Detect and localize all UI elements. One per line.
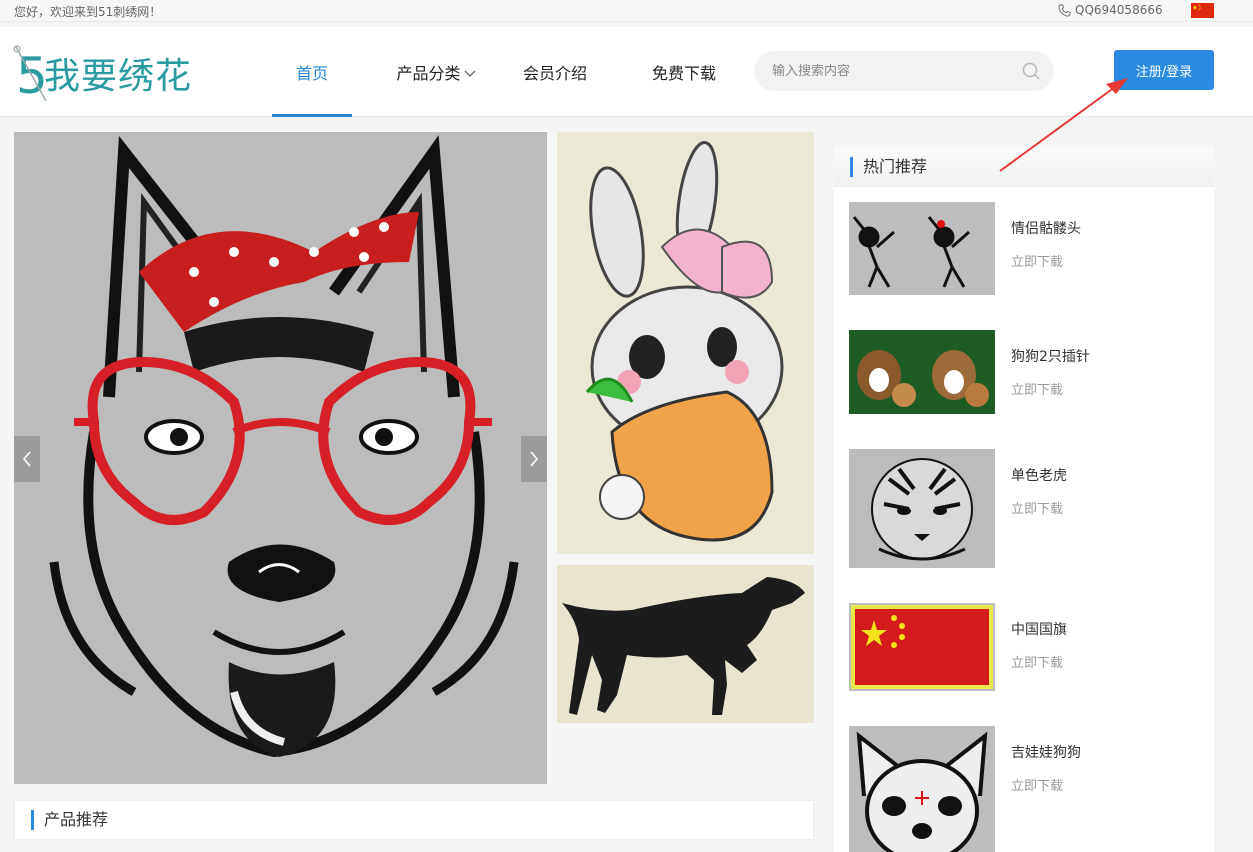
chihuahua-image — [849, 726, 995, 852]
download-link[interactable]: 立即下载 — [1011, 498, 1063, 517]
pointer-dog-image — [557, 565, 814, 723]
nav-categories[interactable]: 产品分类 — [376, 27, 496, 117]
hot-recommend-panel: 热门推荐 情侣骷髅头 立即下载 狗狗2只插针 立即下载 单色老虎 立即下载 中国… — [834, 147, 1214, 852]
thumbnail-dogs[interactable] — [849, 330, 995, 414]
hot-recommend-header: 热门推荐 — [834, 147, 1214, 187]
section-title-products: 产品推荐 — [31, 810, 108, 830]
thumbnail-chihuahua[interactable] — [849, 726, 995, 852]
search-box — [754, 51, 1054, 91]
download-link[interactable]: 立即下载 — [1011, 775, 1063, 794]
main-nav: 首页 产品分类 会员介绍 免费下载 — [272, 27, 754, 117]
site-header: 5 我要绣花 首页 产品分类 会员介绍 免费下载 注册/登录 — [0, 27, 1253, 117]
search-input[interactable] — [772, 51, 1012, 91]
top-bar: 您好，欢迎来到51刺绣网！ QQ694058666 — [0, 0, 1253, 22]
qq-number: QQ694058666 — [1075, 3, 1163, 17]
download-link[interactable]: 立即下载 — [1011, 379, 1063, 398]
skeletons-image — [849, 202, 995, 295]
phone-icon — [1058, 3, 1071, 17]
thumbnail-skeletons[interactable] — [849, 202, 995, 295]
carousel-main-image[interactable] — [14, 132, 547, 784]
nav-membership-label: 会员介绍 — [522, 64, 587, 83]
item-title[interactable]: 狗狗2只插针 — [1011, 346, 1090, 366]
logo-text: 我要绣花 — [44, 56, 193, 97]
item-title[interactable]: 单色老虎 — [1011, 465, 1067, 485]
site-logo[interactable]: 5 我要绣花 — [12, 41, 202, 103]
china-flag-icon[interactable] — [1191, 3, 1214, 18]
register-login-button[interactable]: 注册/登录 — [1114, 50, 1214, 90]
dog-silhouette-image[interactable] — [557, 565, 814, 723]
chevron-down-icon — [464, 70, 475, 77]
download-link[interactable]: 立即下载 — [1011, 652, 1063, 671]
download-link[interactable]: 立即下载 — [1011, 251, 1063, 270]
item-title[interactable]: 中国国旗 — [1011, 619, 1067, 639]
carousel-next-button[interactable] — [521, 436, 547, 482]
nav-membership[interactable]: 会员介绍 — [496, 27, 614, 117]
list-item[interactable]: 单色老虎 立即下载 — [849, 449, 1199, 568]
list-item[interactable]: 吉娃娃狗狗 立即下载 — [849, 726, 1199, 852]
qq-contact[interactable]: QQ694058666 — [1058, 3, 1163, 17]
section-title-hot: 热门推荐 — [850, 157, 927, 177]
nav-home-label: 首页 — [295, 64, 328, 83]
nav-free-download-label: 免费下载 — [651, 64, 716, 83]
dogs-photo-image — [849, 330, 995, 414]
list-item[interactable]: 狗狗2只插针 立即下载 — [849, 330, 1199, 414]
item-title[interactable]: 情侣骷髅头 — [1011, 218, 1081, 238]
carousel-prev-button[interactable] — [14, 436, 40, 482]
nav-free-download[interactable]: 免费下载 — [614, 27, 754, 117]
item-title[interactable]: 吉娃娃狗狗 — [1011, 742, 1081, 762]
rabbit-image — [557, 132, 814, 554]
chevron-right-icon — [530, 451, 539, 467]
product-recommend-section: 产品推荐 — [14, 800, 814, 840]
list-item[interactable]: 中国国旗 立即下载 — [849, 603, 1199, 691]
search-icon[interactable] — [1022, 62, 1040, 80]
dog-embroidery-image — [14, 132, 547, 784]
thumbnail-china-flag[interactable] — [849, 603, 995, 691]
rabbit-embroidery-image[interactable] — [557, 132, 814, 554]
tiger-image — [849, 449, 995, 568]
list-item[interactable]: 情侣骷髅头 立即下载 — [849, 202, 1199, 296]
china-flag-embroidery-image — [849, 603, 995, 691]
nav-home[interactable]: 首页 — [272, 27, 352, 117]
chevron-left-icon — [22, 451, 31, 467]
welcome-text: 您好，欢迎来到51刺绣网！ — [14, 5, 162, 19]
nav-categories-label: 产品分类 — [396, 64, 461, 83]
thumbnail-tiger[interactable] — [849, 449, 995, 568]
